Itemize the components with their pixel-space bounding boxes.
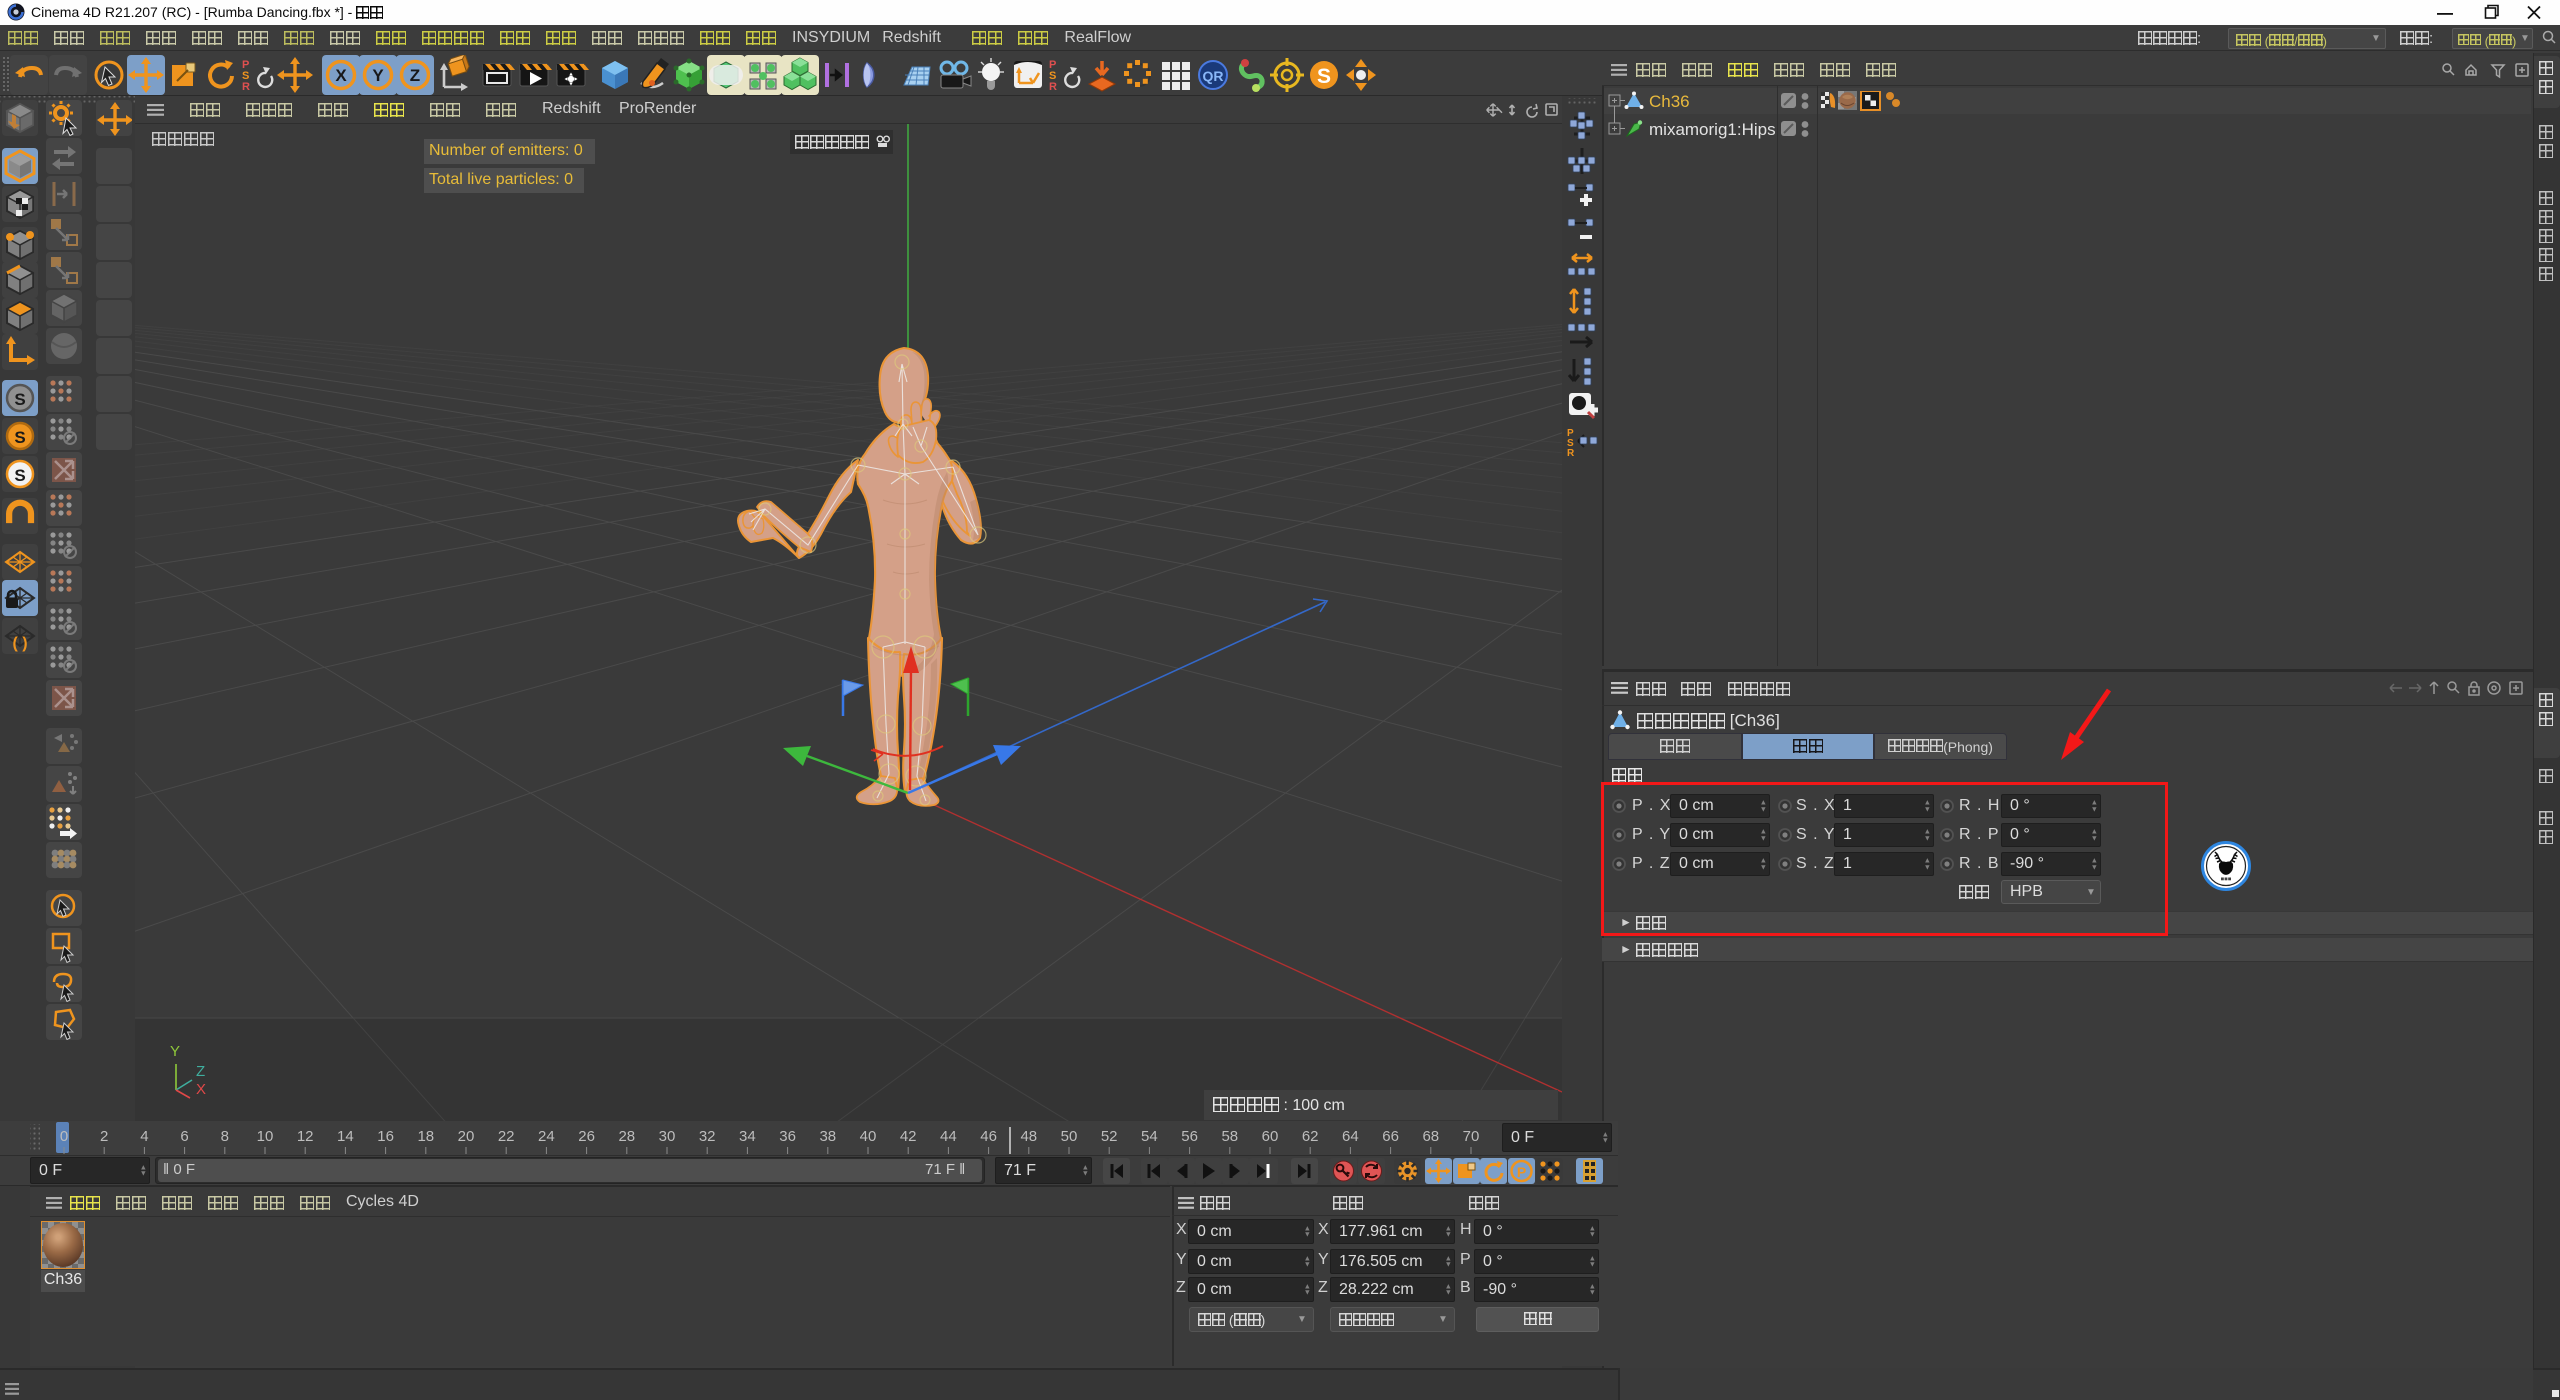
- svg-text:42: 42: [900, 1128, 917, 1145]
- svg-text:X: X: [335, 66, 347, 85]
- svg-text:R: R: [242, 81, 250, 93]
- svg-text:34: 34: [739, 1128, 756, 1145]
- svg-text:16: 16: [377, 1128, 394, 1145]
- svg-text:70: 70: [1463, 1128, 1480, 1145]
- svg-text:( ): ( ): [12, 635, 27, 652]
- svg-text:Z: Z: [196, 1063, 205, 1080]
- svg-text:R: R: [1567, 448, 1575, 457]
- svg-text:Z: Z: [410, 66, 420, 85]
- svg-text:36: 36: [779, 1128, 796, 1145]
- svg-text:10: 10: [257, 1128, 274, 1145]
- svg-text:38: 38: [819, 1128, 836, 1145]
- svg-text:QR: QR: [1203, 68, 1224, 84]
- svg-text:R: R: [1049, 81, 1057, 93]
- svg-text:S: S: [1317, 65, 1331, 88]
- svg-text:56: 56: [1181, 1128, 1198, 1145]
- svg-text:50: 50: [1061, 1128, 1078, 1145]
- svg-text:4: 4: [140, 1128, 148, 1145]
- svg-text:46: 46: [980, 1128, 997, 1145]
- svg-text:22: 22: [498, 1128, 515, 1145]
- svg-text:60: 60: [1262, 1128, 1279, 1145]
- svg-text:66: 66: [1382, 1128, 1399, 1145]
- svg-text:40: 40: [860, 1128, 877, 1145]
- svg-text:24: 24: [538, 1128, 555, 1145]
- svg-text:14: 14: [337, 1128, 354, 1145]
- svg-text:Y: Y: [170, 1043, 180, 1060]
- svg-text:2: 2: [100, 1128, 108, 1145]
- svg-text:58: 58: [1221, 1128, 1238, 1145]
- svg-text:P: P: [1517, 1164, 1526, 1180]
- svg-text:S: S: [14, 466, 25, 485]
- svg-text:44: 44: [940, 1128, 957, 1145]
- svg-text:6: 6: [180, 1128, 188, 1145]
- svg-text:Y: Y: [372, 66, 384, 85]
- svg-text:8: 8: [221, 1128, 229, 1145]
- svg-text:30: 30: [659, 1128, 676, 1145]
- svg-text:68: 68: [1422, 1128, 1439, 1145]
- svg-text:32: 32: [699, 1128, 716, 1145]
- svg-text:54: 54: [1141, 1128, 1158, 1145]
- svg-text:20: 20: [458, 1128, 475, 1145]
- svg-text:0: 0: [60, 1128, 68, 1145]
- svg-text:48: 48: [1020, 1128, 1037, 1145]
- svg-text:18: 18: [417, 1128, 434, 1145]
- svg-text:12: 12: [297, 1128, 314, 1145]
- svg-text:S: S: [14, 390, 25, 409]
- svg-text:64: 64: [1342, 1128, 1359, 1145]
- svg-text:26: 26: [578, 1128, 595, 1145]
- svg-text:28: 28: [618, 1128, 635, 1145]
- svg-text:S: S: [14, 428, 25, 447]
- svg-text:X: X: [196, 1081, 206, 1098]
- svg-text:62: 62: [1302, 1128, 1319, 1145]
- svg-text:52: 52: [1101, 1128, 1118, 1145]
